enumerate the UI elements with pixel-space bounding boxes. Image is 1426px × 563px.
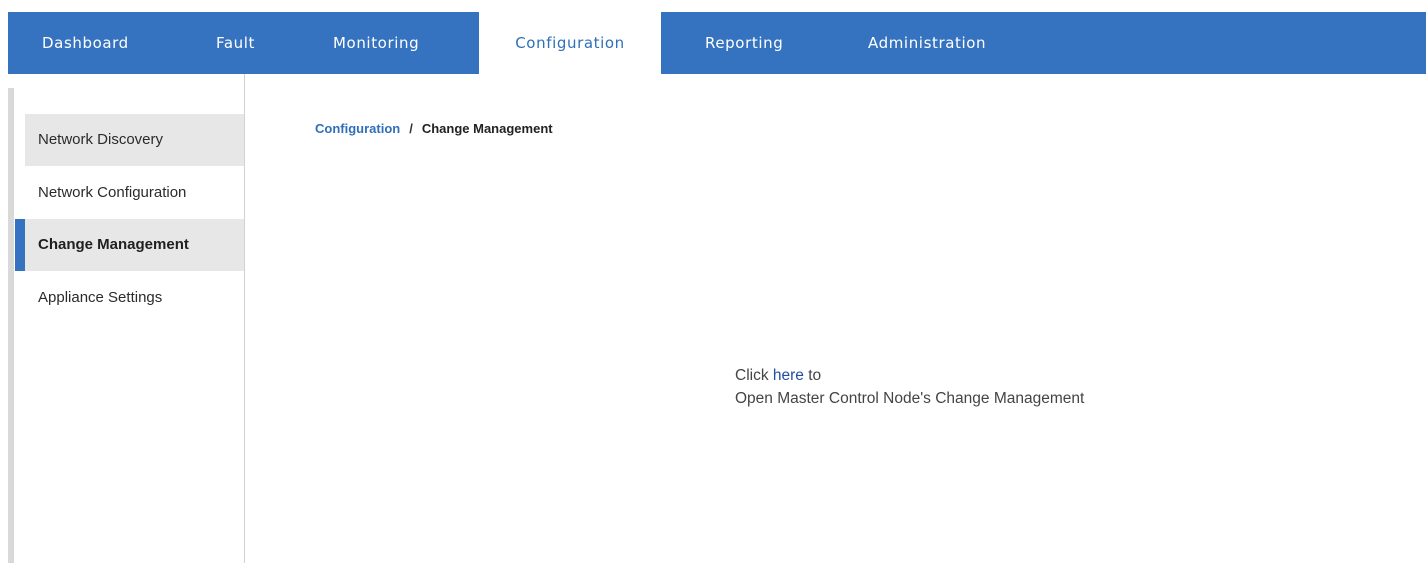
redirect-message: Click here to Open Master Control Node's… xyxy=(735,364,1084,410)
tab-fault[interactable]: Fault xyxy=(216,12,255,74)
sidebar-item-change-management[interactable]: Change Management xyxy=(25,219,244,271)
sidebar-divider xyxy=(244,74,245,563)
sidebar-item-appliance-settings[interactable]: Appliance Settings xyxy=(25,272,244,324)
redirect-line: Click here to xyxy=(735,364,1084,387)
sidebar-active-marker xyxy=(15,219,25,271)
click-suffix-text: to xyxy=(808,367,822,384)
app-window: Dashboard Fault Monitoring Configuration… xyxy=(0,0,1426,563)
here-link[interactable]: here xyxy=(773,367,804,384)
top-navigation-bar: Dashboard Fault Monitoring Configuration… xyxy=(8,12,1426,74)
sidebar-scroll-strip xyxy=(8,88,14,563)
tab-administration[interactable]: Administration xyxy=(868,12,986,74)
breadcrumb-separator: / xyxy=(409,121,413,136)
breadcrumb-link-configuration[interactable]: Configuration xyxy=(315,121,400,136)
sidebar-item-network-discovery[interactable]: Network Discovery xyxy=(25,114,244,166)
breadcrumb-current: Change Management xyxy=(421,121,553,136)
redirect-description: Open Master Control Node's Change Manage… xyxy=(735,390,1085,407)
tab-monitoring[interactable]: Monitoring xyxy=(333,12,419,74)
tab-configuration[interactable]: Configuration xyxy=(479,12,661,74)
tab-dashboard[interactable]: Dashboard xyxy=(42,12,129,74)
tab-reporting[interactable]: Reporting xyxy=(705,12,783,74)
breadcrumb: Configuration / Change Management xyxy=(315,121,553,136)
sidebar-item-network-configuration[interactable]: Network Configuration xyxy=(25,167,244,219)
click-prefix-text: Click xyxy=(735,367,769,384)
